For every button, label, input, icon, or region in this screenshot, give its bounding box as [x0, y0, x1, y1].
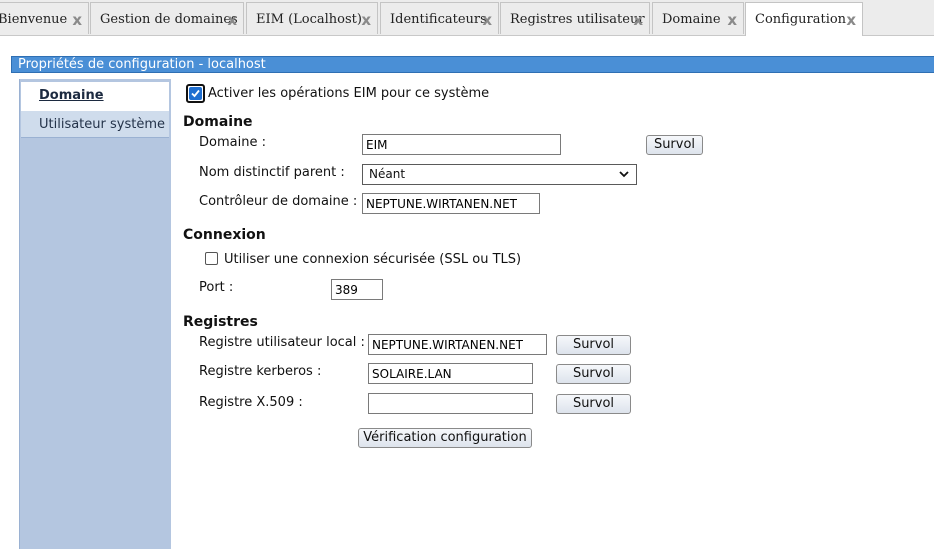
tab-identificateurs[interactable]: Identificateurs x [380, 2, 499, 34]
ssl-label: Utiliser une connexion sécurisée (SSL ou… [224, 252, 522, 267]
close-icon[interactable]: x [482, 13, 492, 28]
tab-gestion-de-domaines[interactable]: Gestion de domaines x [90, 2, 244, 34]
sidebar: Domaine Utilisateur système [19, 79, 171, 549]
close-icon[interactable]: x [846, 13, 856, 28]
verify-configuration-button[interactable]: Vérification configuration [358, 428, 532, 448]
section-title-connexion: Connexion [183, 227, 266, 243]
tab-label: Gestion de domaines [100, 12, 238, 27]
tab-label: Domaine [662, 12, 721, 27]
tab-label: Identificateurs [390, 12, 487, 27]
domain-field[interactable] [362, 134, 561, 155]
enable-eim-label: Activer les opérations EIM pour ce systè… [208, 86, 490, 101]
parent-dn-select[interactable]: Néant [362, 164, 637, 185]
parent-dn-label: Nom distinctif parent : [199, 165, 345, 180]
kerberos-registry-label: Registre kerberos : [199, 364, 322, 379]
checkmark-icon [191, 89, 200, 98]
parent-dn-selected-value: Néant [369, 167, 406, 181]
port-field[interactable] [331, 279, 383, 300]
domain-label: Domaine : [199, 135, 266, 150]
section-title-registres: Registres [183, 314, 258, 330]
close-icon[interactable]: x [361, 13, 371, 28]
domain-browse-button[interactable]: Survol [646, 135, 703, 155]
tab-registres-utilisateur[interactable]: Registres utilisateur x [500, 2, 650, 34]
kerberos-registry-browse-button[interactable]: Survol [556, 364, 631, 384]
sidebar-item-utilisateur-systeme[interactable]: Utilisateur système [21, 110, 169, 138]
domain-controller-field[interactable] [362, 193, 540, 214]
kerberos-registry-field[interactable] [368, 363, 533, 384]
sidebar-item-domaine[interactable]: Domaine [21, 82, 169, 110]
chevron-down-icon [619, 171, 629, 178]
tab-label: EIM (Localhost) [256, 12, 362, 27]
controller-label: Contrôleur de domaine : [199, 194, 358, 209]
tab-label: Bienvenue [0, 12, 68, 27]
enable-eim-checkbox[interactable] [189, 87, 202, 100]
tab-label: Configuration [755, 12, 847, 27]
tab-bar: Bienvenue x Gestion de domaines x EIM (L… [0, 0, 934, 36]
tab-label: Registres utilisateur [510, 12, 645, 27]
ssl-checkbox[interactable] [205, 252, 218, 265]
close-icon[interactable]: x [72, 13, 82, 28]
local-registry-field[interactable] [368, 334, 547, 355]
local-registry-label: Registre utilisateur local : [199, 335, 365, 350]
close-icon[interactable]: x [727, 13, 737, 28]
tab-eim-localhost[interactable]: EIM (Localhost) x [246, 2, 378, 34]
port-label: Port : [199, 280, 234, 295]
close-icon[interactable]: x [633, 13, 643, 28]
x509-registry-browse-button[interactable]: Survol [556, 394, 631, 414]
panel-title: Propriétés de configuration - localhost [11, 56, 934, 73]
close-icon[interactable]: x [227, 13, 237, 28]
tab-domaine[interactable]: Domaine x [652, 2, 744, 34]
tab-bienvenue[interactable]: Bienvenue x [0, 2, 89, 34]
section-title-domaine: Domaine [183, 114, 253, 130]
tab-configuration[interactable]: Configuration x [745, 2, 863, 36]
local-registry-browse-button[interactable]: Survol [556, 335, 631, 355]
x509-registry-label: Registre X.509 : [199, 395, 303, 410]
x509-registry-field[interactable] [368, 393, 533, 414]
